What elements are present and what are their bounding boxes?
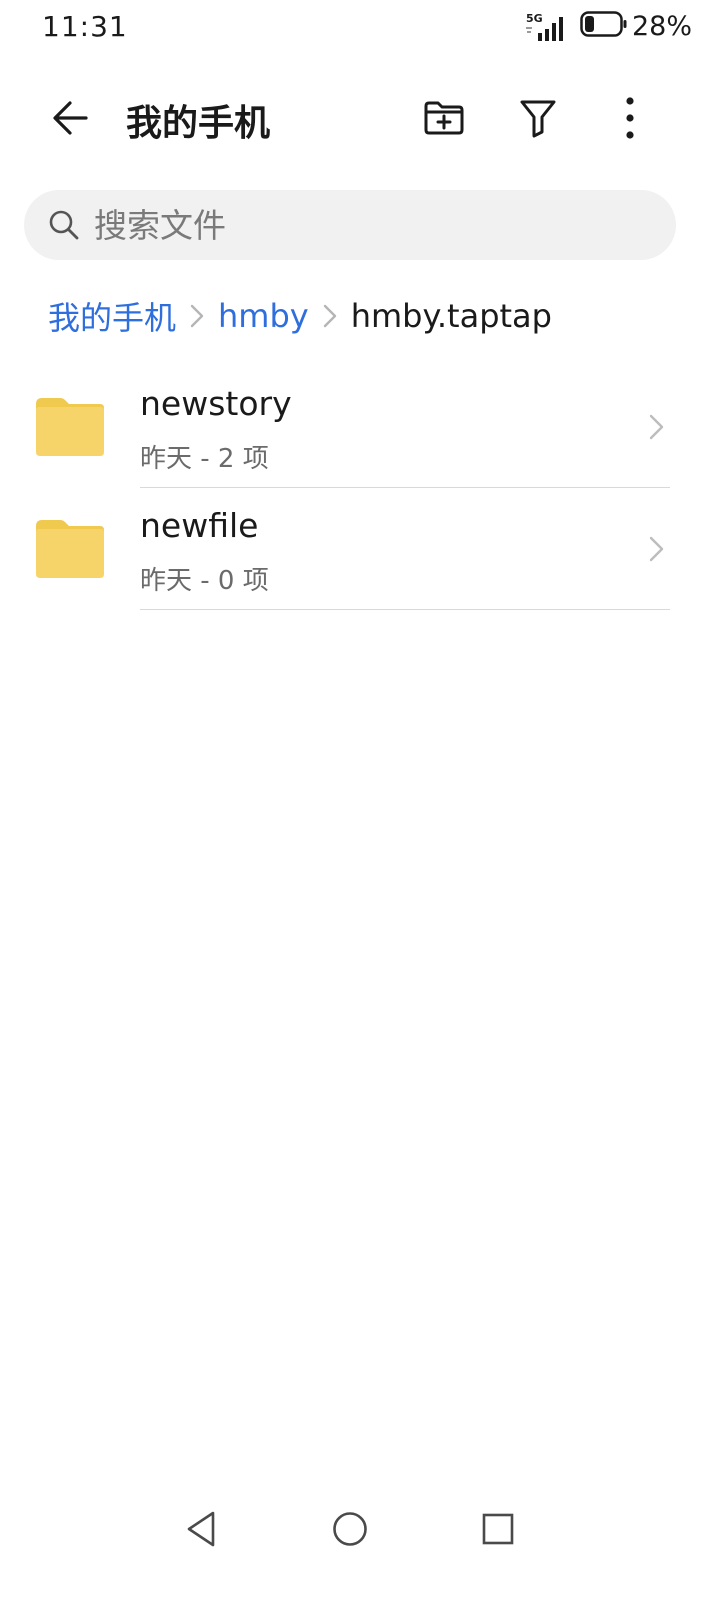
filter-icon (520, 100, 556, 138)
folder-icon (36, 520, 104, 578)
new-folder-icon (424, 101, 464, 135)
status-indicators: 5G 28% (525, 10, 692, 42)
arrow-back-icon (53, 101, 88, 135)
system-nav-bar (0, 1490, 720, 1570)
nav-recents-icon (482, 1513, 514, 1545)
file-name: newfile (140, 506, 259, 545)
nav-home-icon (333, 1512, 367, 1546)
breadcrumb-item-my-phone[interactable]: 我的手机 (48, 293, 176, 339)
search-bar[interactable] (24, 190, 676, 260)
breadcrumb-item-current: hmby.taptap (350, 297, 552, 335)
more-options-button[interactable] (600, 90, 660, 146)
file-list: newstory 昨天 - 2 项 newfile 昨天 - 0 项 (0, 366, 720, 610)
network-label: 5G (526, 12, 543, 25)
filter-button[interactable] (508, 90, 568, 146)
chevron-right-icon (649, 536, 664, 562)
chevron-right-icon (649, 414, 664, 440)
status-bar: 11:31 5G 28% (0, 0, 720, 56)
battery-percent: 28% (631, 10, 692, 42)
new-folder-button[interactable] (414, 90, 474, 146)
breadcrumb-item-hmby[interactable]: hmby (218, 297, 309, 335)
search-icon (49, 210, 79, 240)
chevron-right-icon (190, 304, 204, 328)
status-time: 11:31 (42, 10, 128, 43)
nav-home-button[interactable] (325, 1504, 375, 1554)
breadcrumb: 我的手机 hmby hmby.taptap (48, 292, 552, 340)
page-title: 我的手机 (126, 103, 271, 144)
chevron-right-icon (323, 304, 337, 328)
list-item-newstory[interactable]: newstory 昨天 - 2 项 (0, 366, 720, 488)
nav-back-button[interactable] (176, 1504, 226, 1554)
file-name: newstory (140, 384, 292, 423)
divider (140, 609, 670, 610)
signal-icon: 5G (525, 11, 570, 41)
search-input[interactable] (94, 190, 654, 260)
nav-back-icon (187, 1511, 215, 1547)
list-item-newfile[interactable]: newfile 昨天 - 0 项 (0, 488, 720, 610)
folder-icon (36, 398, 104, 456)
file-meta: 昨天 - 2 项 (140, 444, 269, 474)
file-meta: 昨天 - 0 项 (140, 566, 269, 596)
more-vertical-icon (626, 97, 634, 139)
nav-recents-button[interactable] (473, 1504, 523, 1554)
battery-icon (580, 11, 628, 41)
app-header: 我的手机 (0, 78, 720, 158)
back-button[interactable] (40, 90, 100, 146)
